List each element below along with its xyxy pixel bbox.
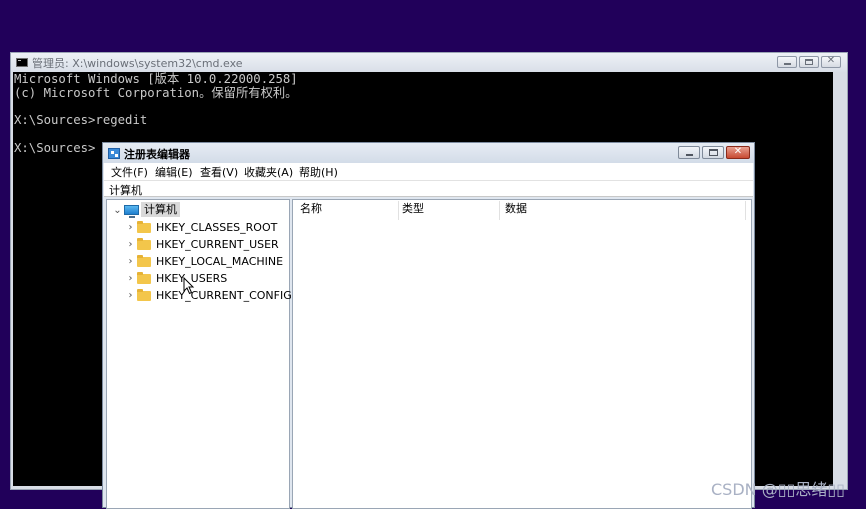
- mouse-cursor-icon: [183, 277, 195, 295]
- registry-tree[interactable]: ⌄ 计算机 › HKEY_CLASSES_ROOT › HKEY_CURRENT…: [106, 199, 292, 509]
- folder-icon: [137, 289, 151, 301]
- folder-icon: [137, 255, 151, 267]
- menu-favorites[interactable]: 收藏夹(A): [244, 164, 293, 180]
- tree-item-label: HKEY_CURRENT_USER: [156, 238, 279, 251]
- regedit-window: 注册表编辑器 文件(F) 编辑(E) 查看(V) 收藏夹(A) 帮助(H) 计算…: [102, 142, 755, 509]
- console-icon: [16, 58, 28, 67]
- regedit-maximize-button[interactable]: [702, 146, 724, 159]
- column-divider[interactable]: [745, 201, 746, 220]
- cmd-titlebar[interactable]: 管理员: X:\windows\system32\cmd.exe: [11, 53, 847, 72]
- computer-icon: [124, 205, 139, 218]
- menu-help[interactable]: 帮助(H): [299, 164, 338, 180]
- console-prompt-line: X:\Sources>: [14, 141, 96, 155]
- menu-edit[interactable]: 编辑(E): [155, 164, 193, 180]
- regedit-icon: [108, 148, 120, 159]
- column-header-name[interactable]: 名称: [300, 200, 322, 218]
- menu-file[interactable]: 文件(F): [111, 164, 148, 180]
- tree-item-hkcu[interactable]: › HKEY_CURRENT_USER: [107, 236, 287, 253]
- watermark-text: CSDN @▯▯思绪▯▯: [711, 480, 845, 499]
- console-line: X:\Sources>regedit: [14, 113, 148, 127]
- column-header-type[interactable]: 类型: [402, 200, 424, 218]
- cmd-maximize-button[interactable]: [799, 56, 819, 68]
- tree-item-label: HKEY_CURRENT_CONFIG: [156, 289, 292, 302]
- chevron-down-icon[interactable]: ⌄: [112, 205, 123, 216]
- console-line: (c) Microsoft Corporation。保留所有权利。: [14, 86, 298, 100]
- regedit-window-title: 注册表编辑器: [124, 148, 190, 161]
- regedit-close-button[interactable]: [726, 146, 750, 159]
- tree-item-hklm[interactable]: › HKEY_LOCAL_MACHINE: [107, 253, 287, 270]
- tree-item-hku[interactable]: › HKEY_USERS: [107, 270, 287, 287]
- folder-icon: [137, 272, 151, 284]
- regedit-titlebar[interactable]: 注册表编辑器: [103, 143, 754, 163]
- address-bar[interactable]: 计算机: [104, 180, 753, 197]
- tree-item-hkcc[interactable]: › HKEY_CURRENT_CONFIG: [107, 287, 292, 304]
- values-list[interactable]: 名称 类型 数据: [292, 199, 752, 509]
- tree-item-label: HKEY_LOCAL_MACHINE: [156, 255, 284, 268]
- menu-view[interactable]: 查看(V): [200, 164, 238, 180]
- folder-icon: [137, 221, 151, 233]
- cmd-window-controls: [777, 55, 841, 68]
- chevron-right-icon[interactable]: ›: [125, 256, 136, 267]
- console-line: Microsoft Windows [版本 10.0.22000.258]: [14, 72, 298, 86]
- menu-bar: 文件(F) 编辑(E) 查看(V) 收藏夹(A) 帮助(H): [104, 163, 753, 180]
- address-path: 计算机: [109, 184, 142, 197]
- tree-item-label: HKEY_CLASSES_ROOT: [156, 221, 278, 234]
- tree-item-hkcr[interactable]: › HKEY_CLASSES_ROOT: [107, 219, 287, 236]
- column-divider[interactable]: [499, 201, 500, 220]
- cmd-minimize-button[interactable]: [777, 56, 797, 68]
- cmd-close-button[interactable]: [821, 55, 841, 68]
- tree-root-label: 计算机: [141, 202, 180, 217]
- chevron-right-icon[interactable]: ›: [125, 290, 136, 301]
- cmd-window-title: 管理员: X:\windows\system32\cmd.exe: [32, 57, 243, 70]
- regedit-window-controls: [678, 146, 750, 159]
- chevron-right-icon[interactable]: ›: [125, 273, 136, 284]
- folder-icon: [137, 238, 151, 250]
- column-divider[interactable]: [398, 201, 399, 220]
- tree-root-computer[interactable]: ⌄ 计算机: [107, 202, 287, 219]
- regedit-minimize-button[interactable]: [678, 146, 700, 159]
- chevron-right-icon[interactable]: ›: [125, 239, 136, 250]
- chevron-right-icon[interactable]: ›: [125, 222, 136, 233]
- column-header-data[interactable]: 数据: [505, 200, 527, 218]
- cmd-scrollbar[interactable]: [833, 72, 847, 486]
